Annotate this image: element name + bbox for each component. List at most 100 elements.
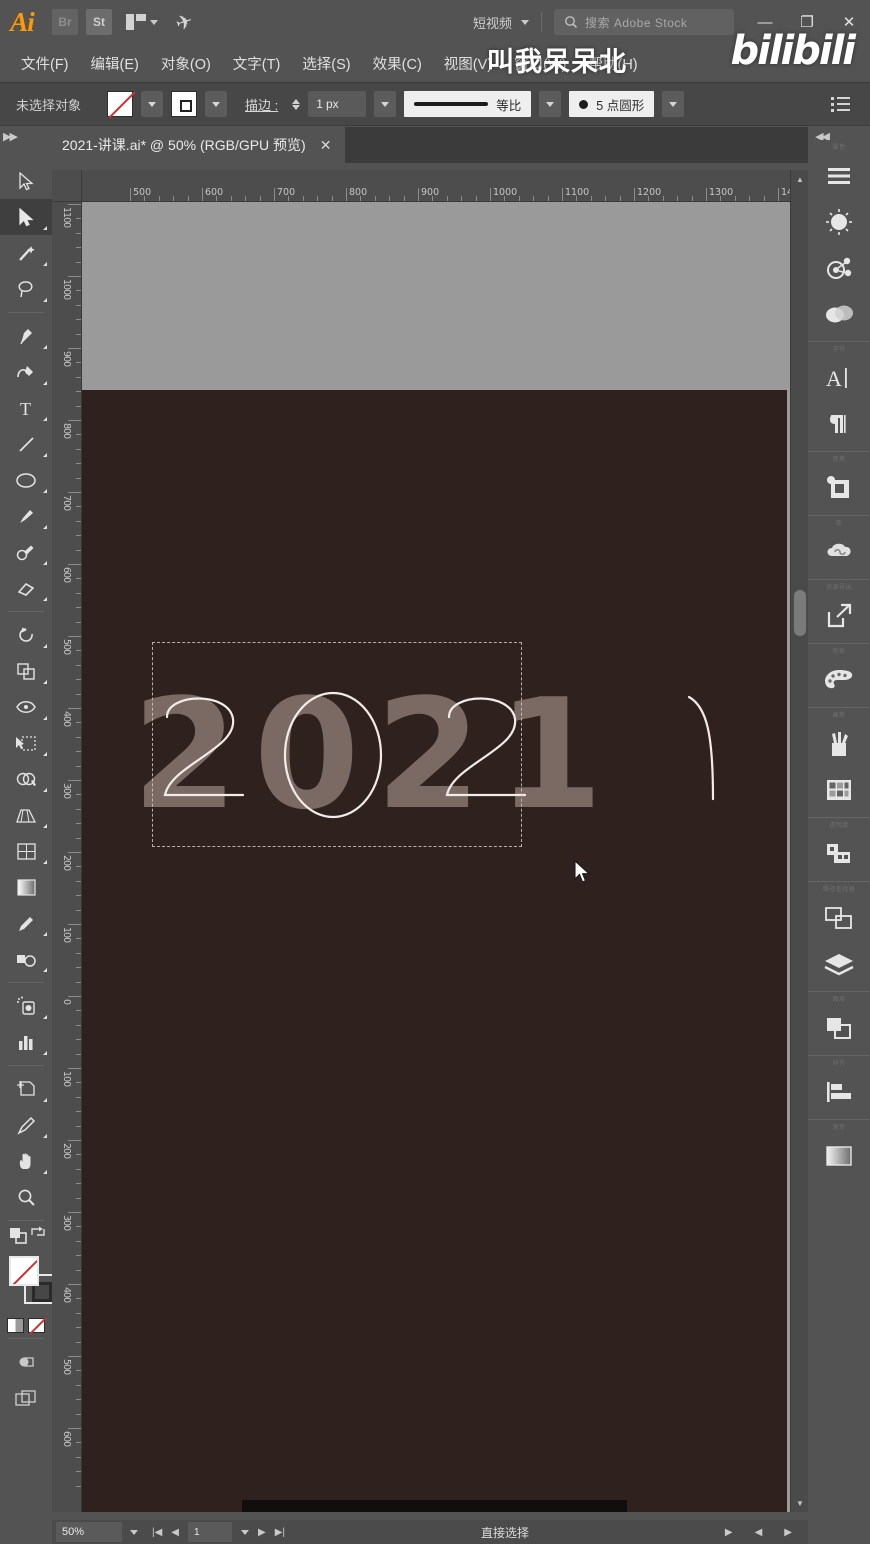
- width-tool[interactable]: [0, 689, 52, 725]
- brush-definition-select[interactable]: 5 点圆形: [569, 91, 655, 117]
- scroll-right-icon[interactable]: ▶: [784, 1527, 792, 1538]
- paintbrush-tool[interactable]: [0, 498, 52, 534]
- last-artboard-button[interactable]: ▶|: [275, 1527, 285, 1538]
- fill-dropdown-button[interactable]: [141, 91, 164, 117]
- gradient-panel-icon[interactable]: [808, 1133, 870, 1179]
- slice-tool[interactable]: [0, 1107, 52, 1143]
- eraser-tool[interactable]: [0, 570, 52, 606]
- free-transform-tool[interactable]: [0, 725, 52, 761]
- drawing-mode-icon[interactable]: [0, 1344, 52, 1380]
- scroll-left-icon[interactable]: ◀: [755, 1527, 763, 1538]
- send-feedback-icon[interactable]: ✈: [173, 8, 197, 37]
- fill-color-swatch[interactable]: [9, 1256, 39, 1286]
- pencil-tool[interactable]: [0, 534, 52, 570]
- pathfinder-panel-icon[interactable]: [808, 895, 870, 941]
- bridge-icon[interactable]: Br: [52, 9, 78, 35]
- curvature-tool[interactable]: [0, 354, 52, 390]
- transparency-panel-icon[interactable]: [808, 831, 870, 877]
- default-fill-stroke-icon[interactable]: [9, 1227, 29, 1245]
- previous-artboard-button[interactable]: ◀: [171, 1527, 179, 1538]
- asset-export-panel-icon[interactable]: [808, 593, 870, 639]
- ruler-origin-corner[interactable]: [52, 170, 82, 202]
- column-graph-tool[interactable]: [0, 1024, 52, 1060]
- color-mode-icon[interactable]: [7, 1318, 24, 1333]
- mesh-tool[interactable]: [0, 833, 52, 869]
- gradient-tool[interactable]: [0, 869, 52, 905]
- hand-tool[interactable]: [0, 1143, 52, 1179]
- perspective-grid-tool[interactable]: [0, 797, 52, 833]
- brush-definition-dropdown-button[interactable]: [662, 91, 685, 117]
- scrollbar-thumb[interactable]: [794, 590, 806, 636]
- current-tool-label[interactable]: 直接选择: [285, 1524, 725, 1541]
- lasso-tool[interactable]: [0, 271, 52, 307]
- properties-panel-icon[interactable]: [808, 153, 870, 199]
- first-artboard-button[interactable]: |◀: [152, 1527, 162, 1538]
- character-panel-icon[interactable]: A: [808, 355, 870, 401]
- color-panel-icon[interactable]: [808, 199, 870, 245]
- artboard-tool[interactable]: [0, 1071, 52, 1107]
- type-tool[interactable]: T: [0, 390, 52, 426]
- menu-effect[interactable]: 效果(C): [362, 53, 433, 74]
- menu-select[interactable]: 选择(S): [291, 53, 361, 74]
- menu-help[interactable]: 帮助(H): [577, 53, 648, 74]
- close-icon[interactable]: ✕: [320, 137, 332, 154]
- layers-panel-icon[interactable]: [808, 941, 870, 987]
- scroll-up-icon[interactable]: ▲: [791, 170, 809, 188]
- artboards-panel-icon[interactable]: [808, 1005, 870, 1051]
- fill-swatch[interactable]: [107, 91, 134, 117]
- brushes-panel-icon[interactable]: [808, 721, 870, 767]
- blend-tool[interactable]: [0, 941, 52, 977]
- menu-window[interactable]: 窗口(W): [503, 53, 577, 74]
- menu-object[interactable]: 对象(O): [150, 53, 222, 74]
- libraries-panel-icon[interactable]: [808, 529, 870, 575]
- artboard-number-field[interactable]: 1: [188, 1522, 232, 1542]
- selection-tool[interactable]: [0, 163, 52, 199]
- stroke-dropdown-button[interactable]: [205, 91, 228, 117]
- horizontal-ruler[interactable]: 50060070080090010001100120013001400: [82, 170, 790, 202]
- shape-builder-tool[interactable]: [0, 761, 52, 797]
- stock-icon[interactable]: St: [86, 9, 112, 35]
- swatches-panel-icon[interactable]: [808, 657, 870, 703]
- status-caret-icon[interactable]: ▶: [725, 1527, 733, 1538]
- vertical-ruler[interactable]: 1100 1000 900 800 700 600 500 400 300 200 100 0 100 2…: [52, 202, 82, 1512]
- stroke-profile-dropdown-button[interactable]: [539, 91, 562, 117]
- artboard[interactable]: 2021 文案描好了以后: [82, 390, 787, 1512]
- stroke-weight-field[interactable]: 1 px: [308, 91, 367, 117]
- ellipse-tool[interactable]: [0, 462, 52, 498]
- eyedropper-tool[interactable]: [0, 905, 52, 941]
- next-artboard-button[interactable]: ▶: [258, 1527, 266, 1538]
- appearance-panel-icon[interactable]: [808, 291, 870, 337]
- screen-mode-icon[interactable]: [0, 1380, 52, 1416]
- opacity-options-icon[interactable]: [831, 96, 850, 112]
- stroke-swatch[interactable]: [171, 91, 198, 117]
- menu-edit[interactable]: 编辑(E): [80, 53, 150, 74]
- zoom-level-field[interactable]: 50%: [56, 1522, 122, 1542]
- stroke-weight-label[interactable]: 描边 :: [245, 95, 278, 114]
- chevron-down-icon[interactable]: [241, 1529, 249, 1535]
- pen-tool[interactable]: [0, 318, 52, 354]
- align-panel-icon[interactable]: [808, 1069, 870, 1115]
- collapse-toolbar-icon[interactable]: ▶▶: [3, 130, 18, 143]
- magic-wand-tool[interactable]: [0, 235, 52, 271]
- stroke-weight-stepper[interactable]: [292, 98, 301, 110]
- swap-fill-stroke-icon[interactable]: [30, 1225, 46, 1239]
- paragraph-panel-icon[interactable]: [808, 401, 870, 447]
- canvas-area[interactable]: 2021 文案描好了以后: [82, 202, 790, 1512]
- stroke-profile-select[interactable]: 等比: [404, 91, 532, 117]
- color-guide-panel-icon[interactable]: [808, 245, 870, 291]
- document-tab[interactable]: 2021-讲课.ai* @ 50% (RGB/GPU 预览) ✕: [48, 127, 346, 163]
- canvas-vertical-scrollbar[interactable]: ▲ ▼: [790, 170, 808, 1512]
- symbols-panel-icon[interactable]: [808, 767, 870, 813]
- none-mode-icon[interactable]: [28, 1318, 45, 1333]
- line-segment-tool[interactable]: [0, 426, 52, 462]
- chevron-down-icon[interactable]: [130, 1529, 138, 1535]
- rotate-tool[interactable]: [0, 617, 52, 653]
- zoom-tool[interactable]: [0, 1179, 52, 1215]
- menu-view[interactable]: 视图(V): [433, 53, 503, 74]
- scroll-down-icon[interactable]: ▼: [791, 1494, 809, 1512]
- direct-selection-tool[interactable]: [0, 199, 52, 235]
- scale-tool[interactable]: [0, 653, 52, 689]
- stroke-weight-dropdown-button[interactable]: [374, 91, 397, 117]
- workspace-switcher[interactable]: 短视频: [473, 13, 529, 32]
- menu-file[interactable]: 文件(F): [10, 53, 80, 74]
